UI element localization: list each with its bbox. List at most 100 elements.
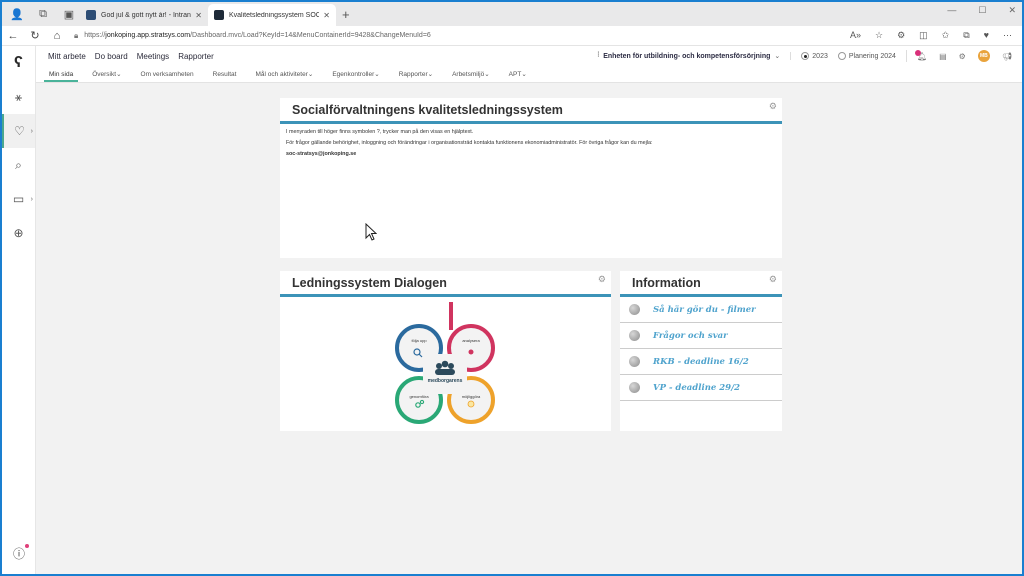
nav-mitt-arbete[interactable]: Mitt arbete <box>48 52 86 61</box>
nav-meetings[interactable]: Meetings <box>137 52 169 61</box>
help-icon[interactable]: ⓘ <box>2 544 36 562</box>
nav-do-board[interactable]: Do board <box>95 52 128 61</box>
widget-title: Socialförvaltningens kvalitetsledningssy… <box>292 102 563 117</box>
heart-handshake-icon[interactable]: ♡ › <box>2 114 35 148</box>
more-icon[interactable]: ⋯ <box>1003 30 1012 41</box>
subnav-label: Mål och aktiviteter <box>255 70 308 78</box>
info-link[interactable]: Så här gör du - filmer <box>653 305 756 315</box>
workspaces-icon[interactable]: ⧉ <box>32 3 54 25</box>
help-text: I menyraden till höger finns symbolen ?,… <box>286 129 474 135</box>
subnav-om-verksamheten[interactable]: Om verksamheten <box>140 66 195 83</box>
refresh-icon[interactable]: ↻ <box>24 29 46 42</box>
url-field[interactable]: 🔒︎ https://jonkoping.app.stratsys.com/Da… <box>74 28 850 44</box>
subnav-rapporter[interactable]: Rapporter ⌄ <box>398 66 434 83</box>
browser-actions: A» ☆ ⚙ ◫ ✩ ⧉ ♥ ⋯ <box>850 30 1022 41</box>
browser-tab-intranet[interactable]: God jul & gott nytt år! - Intranät ✕ <box>80 4 208 26</box>
notifications-icon[interactable]: 🔔︎ <box>914 49 927 61</box>
subnav-label: APT <box>508 70 522 78</box>
settings-icon[interactable]: ⚙ <box>959 52 966 61</box>
subnav-resultat[interactable]: Resultat <box>212 66 238 83</box>
maximize-icon[interactable]: ☐ <box>978 5 986 16</box>
split-screen-icon[interactable]: ◫ <box>919 30 928 41</box>
widget-header: Socialförvaltningens kvalitetsledningssy… <box>280 98 782 124</box>
year-radio-planering-2024[interactable]: Planering 2024 <box>837 52 896 60</box>
notification-dot <box>25 544 29 548</box>
chevron-down-icon: ⌄ <box>116 71 122 78</box>
extensions-icon[interactable]: ⚙ <box>897 30 905 41</box>
close-window-icon[interactable]: ✕ <box>1008 5 1016 16</box>
info-link[interactable]: Frågor och svar <box>653 331 728 341</box>
info-link[interactable]: VP - deadline 29/2 <box>653 383 740 393</box>
list-item: VP - deadline 29/2 <box>620 375 782 401</box>
dialogen-diagram[interactable]: medborgarens följa upp analysera genomfö… <box>393 302 497 426</box>
minimize-icon[interactable]: — <box>947 5 956 16</box>
subnav-min-sida[interactable]: Min sida <box>43 66 79 83</box>
notification-dot <box>914 49 921 56</box>
radio-label: 2023 <box>812 52 828 60</box>
org-tree-icon: ⫶ <box>597 52 600 59</box>
browser-tab-stratsys[interactable]: Kvalitetsledningssystem SOC - Str ✕ <box>208 4 336 26</box>
avatar[interactable]: MB <box>977 50 990 62</box>
tab-actions-icon[interactable]: ▣ <box>58 3 80 25</box>
year-radio-2023[interactable]: 2023 <box>801 52 828 60</box>
intranet-favicon-icon <box>86 10 96 20</box>
info-link-list: Så här gör du - filmer Frågor och svar R… <box>620 297 782 401</box>
people-icon <box>436 363 442 369</box>
widget-title: Information <box>632 275 701 290</box>
chevron-right-icon: › <box>30 195 33 203</box>
favorite-star-icon[interactable]: ☆ <box>875 30 883 41</box>
subnav-apt[interactable]: APT ⌄ <box>508 66 528 83</box>
subnav-arbetsmiljo[interactable]: Arbetsmiljö ⌄ <box>451 66 491 83</box>
chevron-down-icon: ⌄ <box>307 71 314 78</box>
subnav-oversikt[interactable]: Översikt ⌄ <box>91 66 122 83</box>
chevron-down-icon: ⌄ <box>521 71 527 78</box>
widget-settings-gear-icon[interactable]: ⚙ <box>769 274 777 285</box>
contact-email[interactable]: soc-stratsys@jonkoping.se <box>286 151 776 157</box>
strategy-icon[interactable]: ⚹ <box>2 80 35 114</box>
collections-icon[interactable]: ⧉ <box>963 30 969 41</box>
globe-icon <box>629 382 640 393</box>
diagram-center-label: medborgarens <box>428 378 463 384</box>
widget-settings-gear-icon[interactable]: ⚙ <box>769 101 777 112</box>
top-navigation: Mitt arbete Do board Meetings Rapporter … <box>36 46 1022 66</box>
search-insights-icon[interactable]: ⌕ <box>2 148 35 182</box>
chevron-down-icon: ⌄ <box>374 71 380 78</box>
widget-ledningssystem-dialogen: Ledningssystem Dialogen ⚙ medborgarens f… <box>280 271 611 431</box>
back-icon[interactable]: ← <box>2 30 24 42</box>
browser-essentials-icon[interactable]: ♥ <box>984 30 989 41</box>
chevron-right-icon: › <box>30 127 33 135</box>
close-tab-icon[interactable]: ✕ <box>323 11 330 20</box>
subnav-mal-och-aktiviteter[interactable]: Mål och aktiviteter ⌄ <box>254 66 314 83</box>
subnav-label: Resultat <box>212 70 237 78</box>
topnav-right: ⫶ Enheten för utbildning- och kompetensf… <box>597 49 1022 62</box>
widget-header: Ledningssystem Dialogen ⚙ <box>280 271 611 297</box>
stratsys-app: ʕ ⚹ ♡ › ⌕ ▭ › ⊕ ⓘ Mitt arbete Do board Mee… <box>2 46 1022 574</box>
list-item: Så här gör du - filmer <box>620 297 782 323</box>
new-tab-icon[interactable]: + <box>342 7 350 22</box>
close-tab-icon[interactable]: ✕ <box>195 11 202 20</box>
user-tools: 🔔︎ ▤ ⚙ MB 📢︎ <box>905 49 1022 62</box>
profile-icon[interactable]: 👤 <box>6 3 28 25</box>
location-pin-icon <box>468 349 474 355</box>
subnav-label: Arbetsmiljö <box>452 70 485 78</box>
unit-selector[interactable]: ⫶ Enheten för utbildning- och kompetensf… <box>597 52 792 60</box>
info-link[interactable]: RKB - deadline 16/2 <box>653 357 749 367</box>
megaphone-icon[interactable]: 📢︎ <box>1002 52 1012 61</box>
add-circle-icon[interactable]: ⊕ <box>2 216 35 250</box>
nav-rapporter[interactable]: Rapporter <box>178 52 214 61</box>
list-item: RKB - deadline 16/2 <box>620 349 782 375</box>
address-bar: ← ↻ ⌂ 🔒︎ https://jonkoping.app.stratsys.… <box>2 26 1022 46</box>
home-icon[interactable]: ⌂ <box>46 30 68 42</box>
stratsys-logo-icon[interactable]: ʕ <box>2 46 35 80</box>
archive-icon[interactable]: ▤ <box>939 52 947 61</box>
read-aloud-icon[interactable]: A» <box>850 30 861 41</box>
favorites-icon[interactable]: ✩ <box>942 30 950 41</box>
diagram-label-folja-upp: följa upp <box>411 338 427 343</box>
presentation-icon[interactable]: ▭ › <box>2 182 35 216</box>
url-host: jonkoping.app.stratsys.com <box>105 32 191 39</box>
subnav-egenkontroller[interactable]: Egenkontroller ⌄ <box>331 66 380 83</box>
widget-information: Information ⚙ Så här gör du - filmer Frå… <box>620 271 782 431</box>
widget-settings-gear-icon[interactable]: ⚙ <box>598 274 606 285</box>
browser-window: 👤 ⧉ ▣ God jul & gott nytt år! - Intranät… <box>2 2 1022 574</box>
globe-icon <box>629 356 640 367</box>
